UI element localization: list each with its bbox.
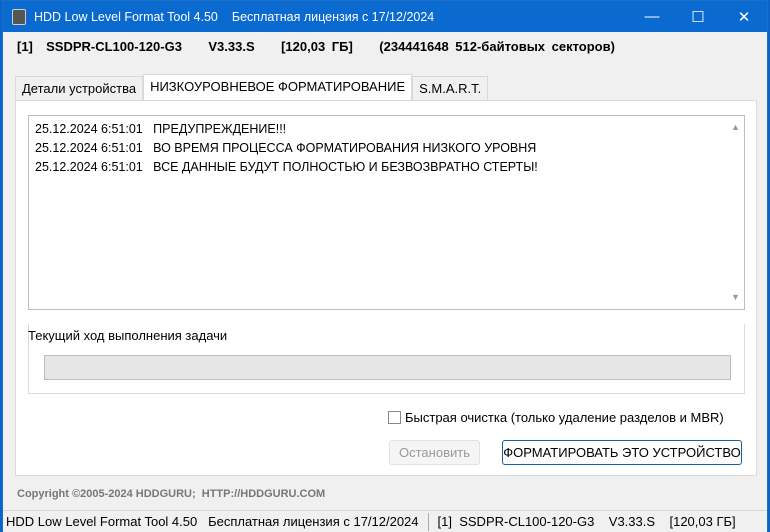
tab-smart[interactable]: S.M.A.R.T. (412, 76, 489, 100)
minimize-button[interactable]: — (629, 1, 675, 32)
status-left: HDD Low Level Format Tool 4.50 Бесплатна… (6, 514, 419, 529)
copyright: Copyright ©2005-2024 HDDGURU; HTTP://HDD… (17, 488, 326, 500)
status-right: [1] SSDPR-CL100-120-G3 V3.33.S [120,03 Г… (437, 514, 736, 529)
scroll-down-icon[interactable]: ▼ (731, 288, 740, 307)
license-text: Бесплатная лицензия с 17/12/2024 (231, 9, 435, 24)
title-bar: HDD Low Level Format Tool 4.50 Бесплатна… (3, 1, 767, 32)
scroll-up-icon[interactable]: ▲ (731, 118, 740, 137)
device-info: [1] SSDPR-CL100-120-G3 V3.33.S [120,03 Г… (17, 39, 615, 54)
quick-wipe-checkbox[interactable]: Быстрая очистка (только удаление раздело… (388, 410, 724, 425)
tab-low-level-format[interactable]: НИЗКОУРОВНЕВОЕ ФОРМАТИРОВАНИЕ (143, 74, 413, 100)
scrollbar[interactable]: ▲ ▼ (728, 116, 744, 309)
progress-label: Текущий ход выполнения задачи (28, 328, 228, 343)
format-panel: 25.12.2024 6:51:01 ПРЕДУПРЕЖДЕНИЕ!!! 25.… (15, 100, 757, 476)
close-button[interactable]: ✕ (721, 1, 767, 32)
tab-device-details[interactable]: Детали устройства (15, 76, 144, 100)
status-bar: HDD Low Level Format Tool 4.50 Бесплатна… (3, 510, 767, 532)
checkbox-icon[interactable] (388, 411, 401, 424)
app-window: HDD Low Level Format Tool 4.50 Бесплатна… (2, 0, 768, 532)
maximize-button[interactable]: ☐ (675, 1, 721, 32)
log-line: 25.12.2024 6:51:01 ВО ВРЕМЯ ПРОЦЕССА ФОР… (35, 141, 537, 155)
tab-bar: Детали устройства НИЗКОУРОВНЕВОЕ ФОРМАТИ… (15, 74, 489, 100)
stop-button[interactable]: Остановить (389, 440, 480, 465)
log-line: 25.12.2024 6:51:01 ПРЕДУПРЕЖДЕНИЕ!!! (35, 122, 287, 136)
app-title: HDD Low Level Format Tool 4.50 (34, 9, 218, 24)
log-line: 25.12.2024 6:51:01 ВСЕ ДАННЫЕ БУДУТ ПОЛН… (35, 160, 538, 174)
quick-wipe-label: Быстрая очистка (только удаление раздело… (405, 410, 724, 425)
progress-bar (44, 355, 731, 380)
log-box[interactable]: 25.12.2024 6:51:01 ПРЕДУПРЕЖДЕНИЕ!!! 25.… (28, 115, 745, 310)
format-device-button[interactable]: ФОРМАТИРОВАТЬ ЭТО УСТРОЙСТВО (502, 440, 742, 465)
status-divider (427, 512, 429, 531)
hdd-icon (12, 8, 26, 25)
